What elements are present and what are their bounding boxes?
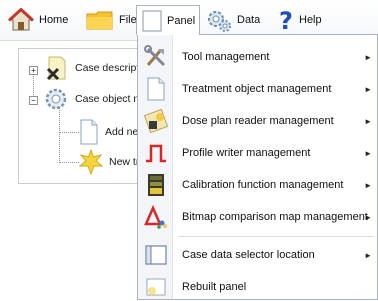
profile-pulse-icon xyxy=(144,141,168,165)
case-tree: + Case descriptio − Case object ma Add n… xyxy=(18,48,148,184)
tree-connector xyxy=(59,162,79,163)
submenu-arrow-icon: ► xyxy=(364,148,372,158)
home-button[interactable]: Home xyxy=(8,6,68,34)
panel-window-icon xyxy=(144,243,168,267)
menu-item-dose-plan-reader-management[interactable]: Dose plan reader management ► xyxy=(138,107,378,135)
document-icon xyxy=(80,119,98,145)
tools-icon xyxy=(144,45,168,69)
submenu-arrow-icon: ► xyxy=(364,250,372,260)
file-button[interactable]: File xyxy=(86,6,137,34)
submenu-arrow-icon: ► xyxy=(364,52,372,62)
home-label: Home xyxy=(39,14,69,26)
rebuild-panel-icon xyxy=(144,275,168,299)
calibration-film-icon xyxy=(144,173,168,197)
expand-toggle[interactable]: + xyxy=(29,66,38,75)
data-button[interactable]: Data xyxy=(206,6,260,34)
menu-item-bitmap-comparison-map-management[interactable]: Bitmap comparison map management ► xyxy=(138,203,378,231)
panel-icon xyxy=(142,10,162,31)
menu-item-label: Case data selector location xyxy=(182,249,315,261)
star-burst-icon xyxy=(79,149,103,175)
panel-menu: Tool management ► Treatment object manag… xyxy=(137,34,378,300)
menu-item-tool-management[interactable]: Tool management ► xyxy=(138,43,378,71)
collapse-toggle[interactable]: − xyxy=(29,96,38,105)
submenu-arrow-icon: ► xyxy=(364,116,372,126)
folder-icon xyxy=(86,11,113,30)
tree-connector xyxy=(59,132,79,133)
panel-label: Panel xyxy=(167,14,196,27)
dose-plan-icon xyxy=(144,109,168,133)
tree-node-add-new[interactable]: Add new xyxy=(79,119,146,145)
menu-item-label: Tool management xyxy=(182,51,270,63)
menu-item-calibration-function-management[interactable]: Calibration function management ► xyxy=(138,171,378,199)
data-label: Data xyxy=(237,14,261,26)
menu-item-label: Treatment object management xyxy=(182,83,332,95)
question-mark-icon: ? xyxy=(279,8,293,32)
menu-item-rebuilt-panel[interactable]: Rebuilt panel xyxy=(138,273,378,301)
menu-item-label: Dose plan reader management xyxy=(182,115,334,127)
document-icon xyxy=(144,77,168,101)
tree-node-case-object-management[interactable]: Case object ma xyxy=(43,86,148,112)
submenu-arrow-icon: ► xyxy=(364,180,372,190)
gear-icon xyxy=(45,88,67,110)
tree-node-case-description[interactable]: Case descriptio xyxy=(43,55,147,81)
tree-connector xyxy=(59,103,60,163)
submenu-arrow-icon: ► xyxy=(364,212,372,222)
menu-item-label: Rebuilt panel xyxy=(182,281,247,293)
menu-item-label: Profile writer management xyxy=(182,147,311,159)
case-description-icon xyxy=(46,56,66,81)
menu-item-treatment-object-management[interactable]: Treatment object management ► xyxy=(138,75,378,103)
help-label: Help xyxy=(299,14,322,26)
menu-item-profile-writer-management[interactable]: Profile writer management ► xyxy=(138,139,378,167)
menu-item-label: Bitmap comparison map management xyxy=(182,211,368,223)
help-button[interactable]: ? Help xyxy=(278,6,322,34)
file-label: File xyxy=(119,14,137,26)
menu-separator xyxy=(178,236,374,237)
home-icon xyxy=(8,8,34,31)
tree-node-new-treatment[interactable]: New tre xyxy=(79,149,145,175)
panel-button[interactable]: Panel xyxy=(136,5,200,35)
menu-item-label: Calibration function management xyxy=(182,179,344,191)
svg-text:?: ? xyxy=(279,8,293,32)
submenu-arrow-icon: ► xyxy=(364,84,372,94)
triangle-shapes-icon xyxy=(144,205,168,229)
gears-icon xyxy=(208,11,231,32)
menu-item-case-data-selector-location[interactable]: Case data selector location ► xyxy=(138,241,378,269)
